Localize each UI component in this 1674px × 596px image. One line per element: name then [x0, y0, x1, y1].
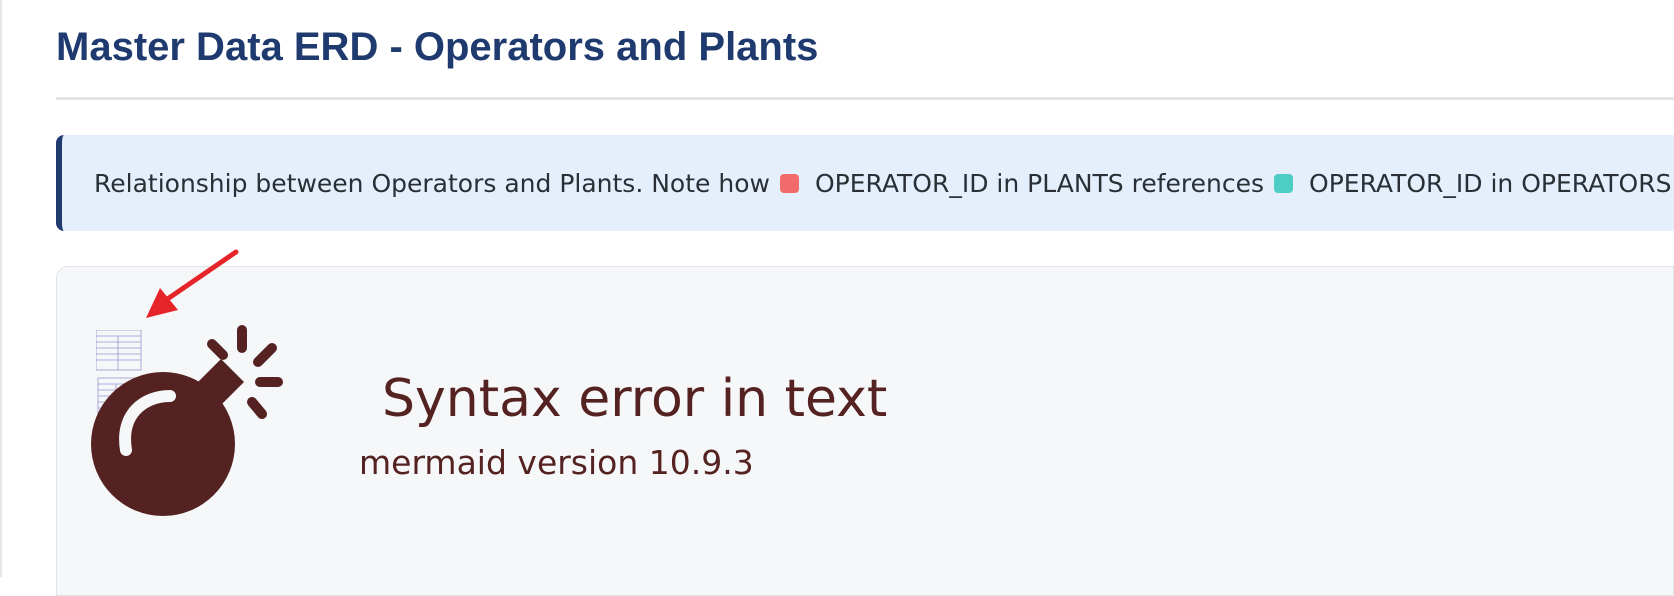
page-left-border — [0, 0, 2, 577]
info-text: Relationship between Operators and Plant… — [94, 135, 1674, 231]
primary-key-label: OPERATOR_ID in OPERATORS. — [1309, 168, 1674, 198]
arrow-icon — [146, 249, 239, 318]
bomb-icon — [91, 325, 283, 516]
page-title: Master Data ERD - Operators and Plants — [56, 25, 819, 69]
title-divider — [56, 97, 1674, 100]
error-message: Syntax error in text — [382, 369, 888, 429]
info-callout: Relationship between Operators and Plant… — [56, 135, 1674, 231]
primary-key-color-swatch — [1274, 173, 1294, 193]
foreign-key-color-swatch — [779, 173, 799, 193]
info-intro-text: Relationship between Operators and Plant… — [94, 168, 770, 198]
mermaid-version: mermaid version 10.9.3 — [359, 443, 754, 482]
foreign-key-label: OPERATOR_ID in PLANTS references — [814, 168, 1265, 198]
